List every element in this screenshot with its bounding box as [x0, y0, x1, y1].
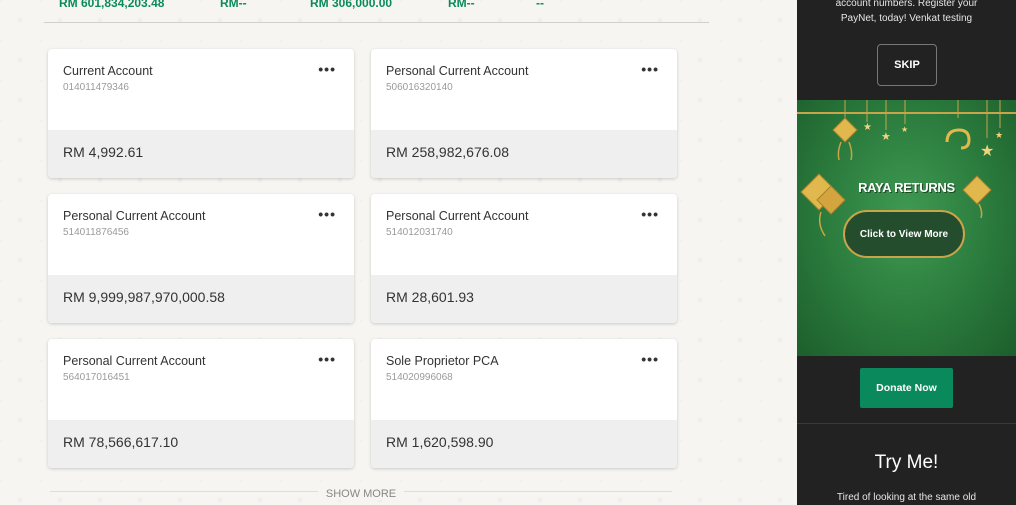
more-options-icon[interactable]: ••• — [318, 351, 336, 367]
balance-summary-bar: RM 601,834,203.48 RM-- RM 306,000.00 RM-… — [44, 0, 709, 23]
more-options-icon[interactable]: ••• — [641, 206, 659, 222]
balance-area: RM 78,566,617.10 — [48, 420, 354, 468]
summary-value-4: RM-- — [448, 0, 475, 10]
svg-text:★: ★ — [901, 125, 908, 134]
account-card[interactable]: Personal Current Account 506016320140 ••… — [371, 49, 677, 178]
skip-button[interactable]: SKIP — [877, 44, 937, 86]
more-options-icon[interactable]: ••• — [641, 351, 659, 367]
account-card[interactable]: Personal Current Account 514011876456 ••… — [48, 194, 354, 323]
summary-value-2: RM-- — [220, 0, 247, 10]
more-options-icon[interactable]: ••• — [641, 61, 659, 77]
account-name: Personal Current Account — [386, 209, 529, 223]
svg-text:★: ★ — [863, 122, 872, 133]
account-name: Sole Proprietor PCA — [386, 354, 499, 368]
balance-area: RM 28,601.93 — [371, 275, 677, 323]
try-me-text: Tired of looking at the same old — [836, 492, 977, 503]
sidebar-divider — [797, 423, 1016, 424]
promo-text-line: PayNet, today! Venkat testing — [840, 13, 973, 24]
summary-value-3: RM 306,000.00 — [310, 0, 393, 10]
balance-area: RM 4,992.61 — [48, 130, 354, 178]
promo-text-line: account numbers. Register your — [835, 0, 978, 9]
more-options-icon[interactable]: ••• — [318, 61, 336, 77]
svg-text:★: ★ — [980, 143, 994, 160]
more-options-icon[interactable]: ••• — [318, 206, 336, 222]
try-me-heading: Try Me! — [874, 452, 939, 473]
account-balance: RM 258,982,676.08 — [386, 144, 509, 160]
banner-view-more-button[interactable]: Click to View More — [843, 210, 965, 258]
account-number: 564017016451 — [63, 372, 130, 383]
promo-text: account numbers. Register your PayNet, t… — [797, 0, 1016, 26]
account-name: Personal Current Account — [63, 354, 206, 368]
account-number: 014011479346 — [63, 82, 129, 93]
svg-text:★: ★ — [995, 130, 1003, 140]
account-number: 506016320140 — [386, 82, 453, 93]
show-more-link[interactable]: SHOW MORE — [317, 488, 405, 500]
promo-sidebar: account numbers. Register your PayNet, t… — [797, 0, 1016, 505]
account-number: 514012031740 — [386, 227, 453, 238]
raya-returns-banner[interactable]: ★ ★ ★ ★ ★ RAYA RETURNS Click to View Mor… — [797, 100, 1016, 356]
account-card[interactable]: Personal Current Account 514012031740 ••… — [371, 194, 677, 323]
account-name: Personal Current Account — [63, 209, 206, 223]
balance-area: RM 258,982,676.08 — [371, 130, 677, 178]
main-content: RM 601,834,203.48 RM-- RM 306,000.00 RM-… — [0, 0, 797, 505]
account-name: Personal Current Account — [386, 64, 529, 78]
account-balance: RM 28,601.93 — [386, 289, 474, 305]
banner-title: RAYA RETURNS — [858, 180, 955, 195]
account-number: 514020996068 — [386, 372, 453, 383]
summary-value-5: -- — [536, 0, 544, 10]
account-card[interactable]: Personal Current Account 564017016451 ••… — [48, 339, 354, 468]
svg-text:★: ★ — [881, 131, 891, 143]
account-balance: RM 4,992.61 — [63, 144, 144, 160]
account-number: 514011876456 — [63, 227, 129, 238]
account-card[interactable]: Sole Proprietor PCA 514020996068 ••• RM … — [371, 339, 677, 468]
balance-area: RM 9,999,987,970,000.58 — [48, 275, 354, 323]
account-card[interactable]: Current Account 014011479346 ••• RM 4,99… — [48, 49, 354, 178]
summary-total-value: RM 601,834,203.48 — [59, 0, 165, 10]
account-balance: RM 1,620,598.90 — [386, 434, 494, 450]
balance-area: RM 1,620,598.90 — [371, 420, 677, 468]
account-name: Current Account — [63, 64, 153, 78]
donate-now-button[interactable]: Donate Now — [860, 368, 953, 408]
show-more-divider: SHOW MORE — [50, 484, 672, 500]
account-balance: RM 9,999,987,970,000.58 — [63, 289, 225, 305]
account-balance: RM 78,566,617.10 — [63, 434, 179, 450]
